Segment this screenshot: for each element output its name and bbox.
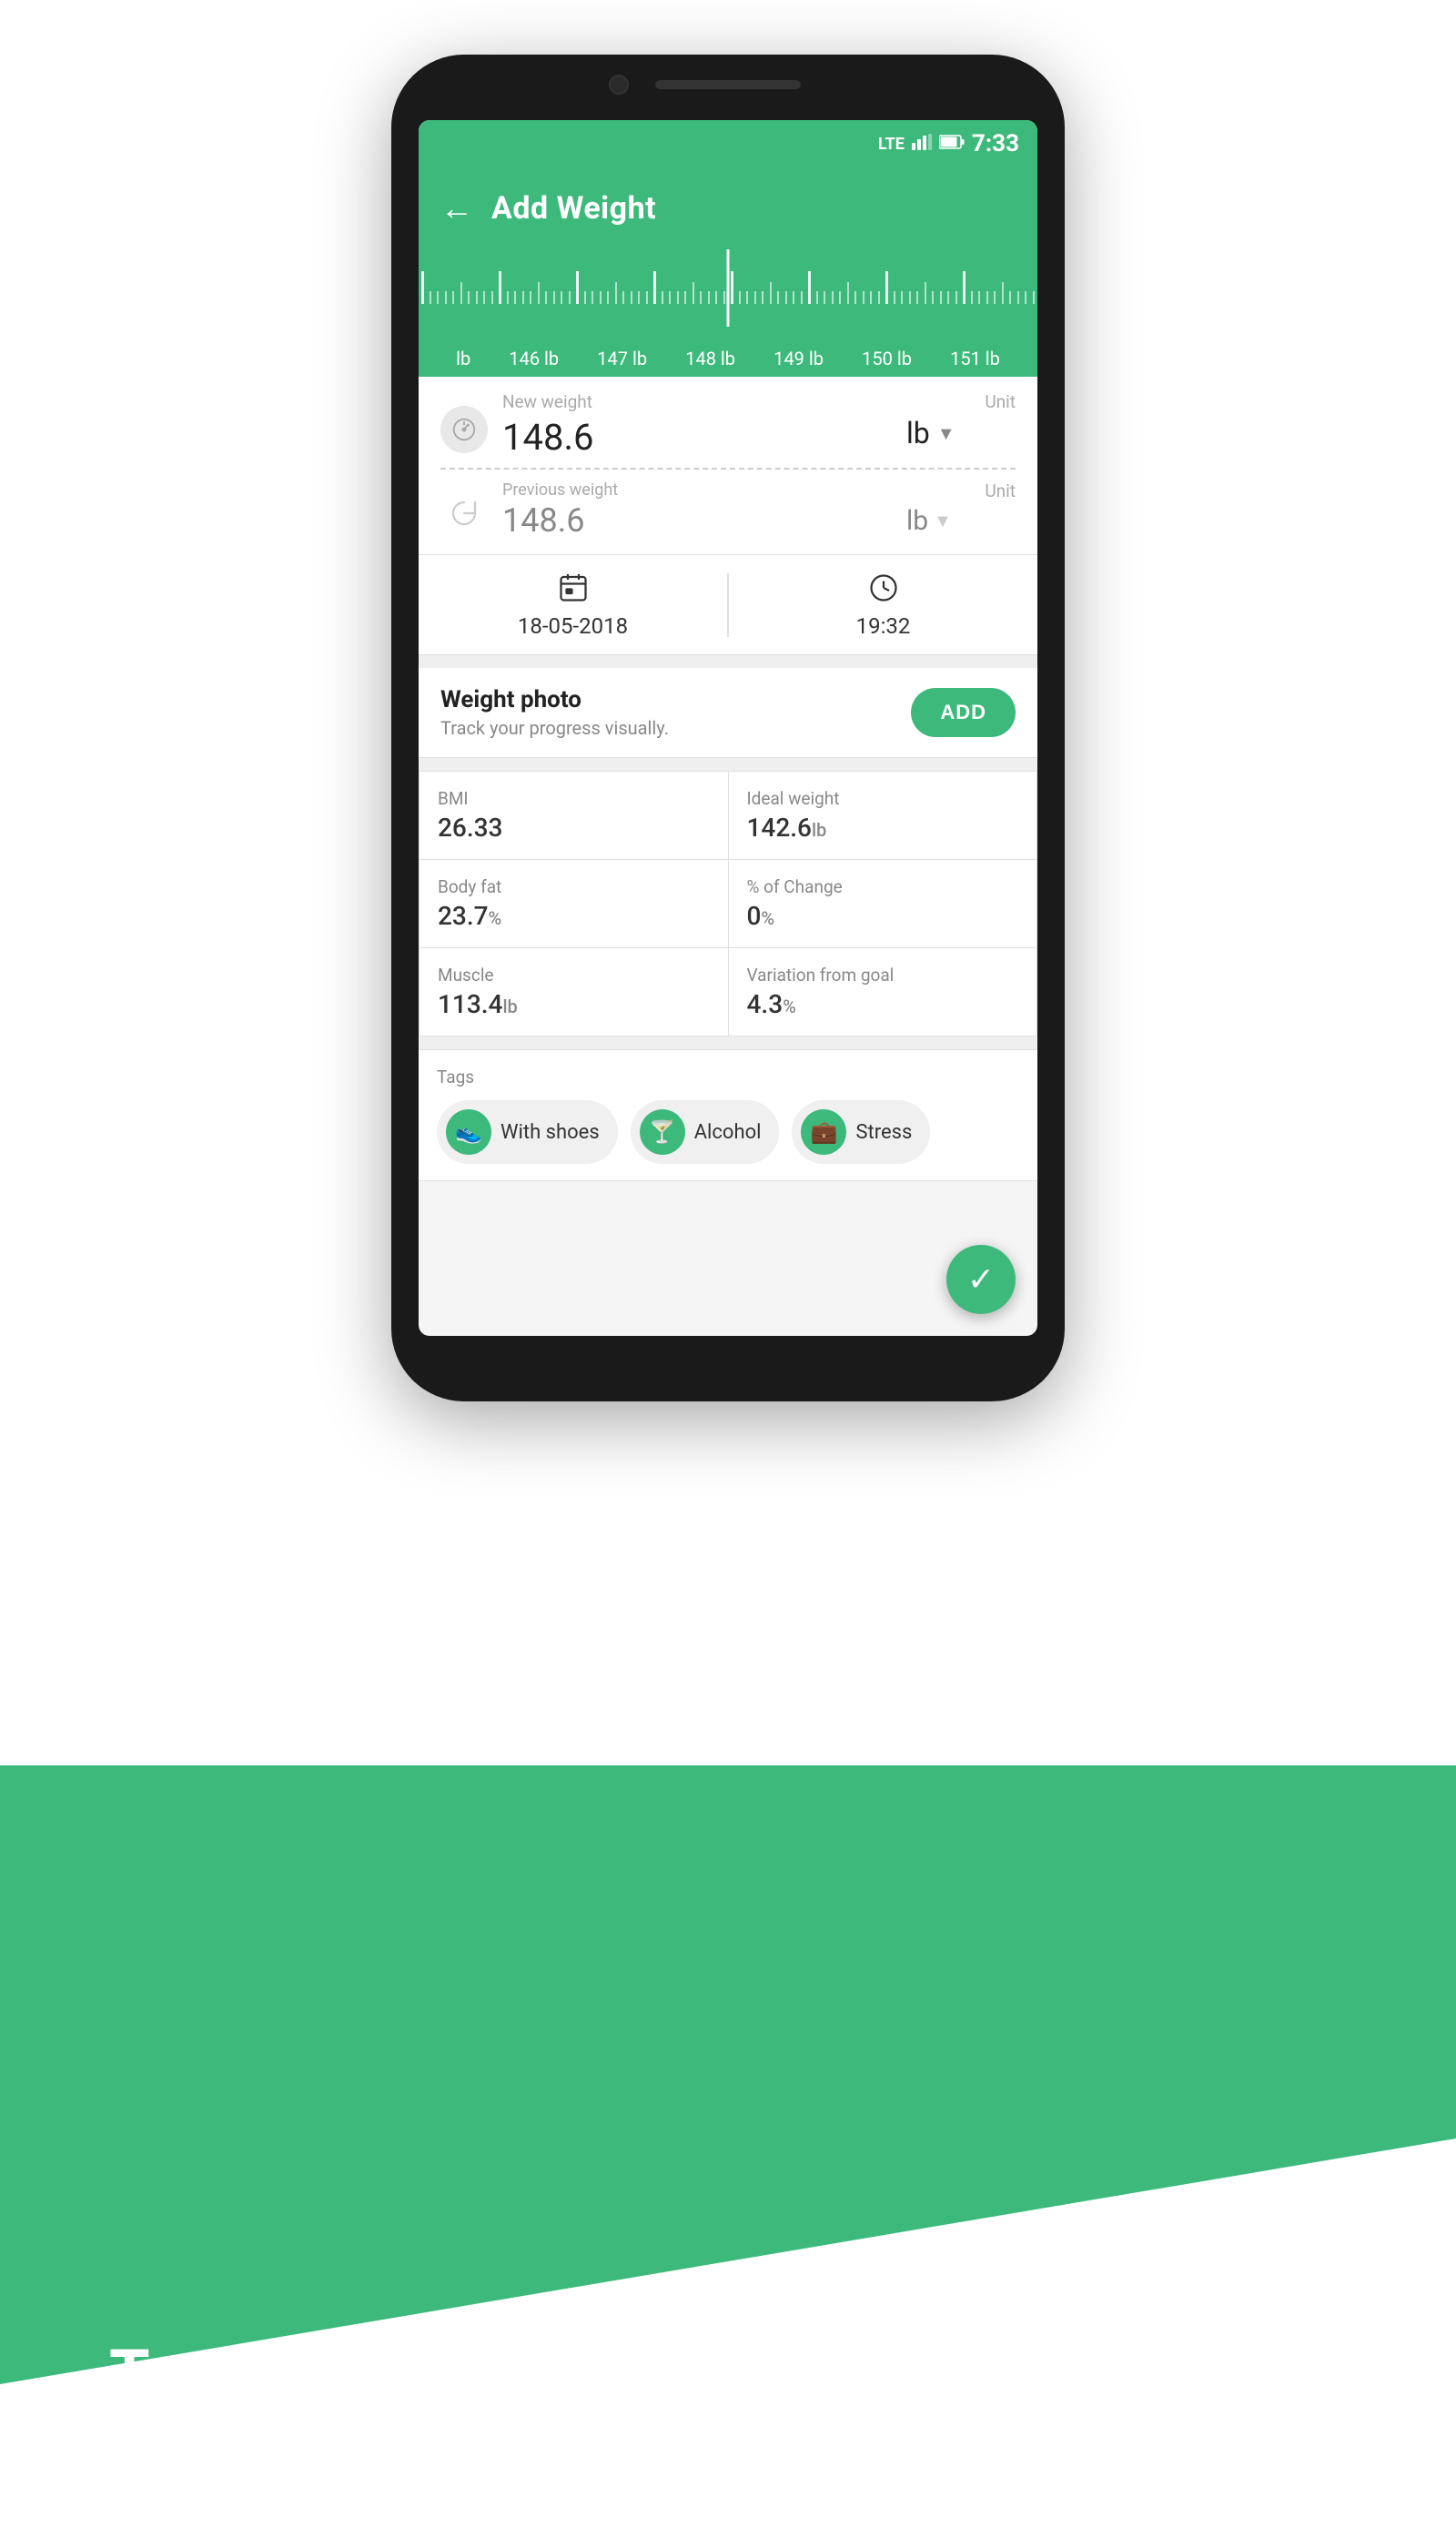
photo-text: Weight photo Track your progress visuall…	[440, 686, 896, 739]
bmi-label: BMI	[438, 788, 710, 809]
body-fat-cell: Body fat 23.7%	[420, 860, 728, 947]
new-weight-label: New weight	[502, 391, 892, 412]
status-bar-right: LTE	[878, 130, 1019, 157]
phone-shell: LTE	[391, 55, 1065, 1401]
new-weight-input-section: New weight 148.6	[502, 391, 892, 459]
variation-goal-cell: Variation from goal 4.3%	[729, 948, 1037, 1036]
ruler-area[interactable]: lb146 lb147 lb148 lb149 lb150 lb151 lb	[419, 249, 1037, 377]
percent-change-cell: % of Change 0%	[729, 860, 1037, 947]
weight-input-card: New weight 148.6 Unit lb ▼	[419, 377, 1037, 555]
new-weight-row: New weight 148.6 Unit lb ▼	[419, 377, 1037, 468]
muscle-cell: Muscle 113.4lb	[420, 948, 728, 1036]
new-unit-select[interactable]: lb ▼	[906, 416, 1016, 450]
tags-section: Tags 👟 With shoes 🍸 Alcohol 💼 Stress	[419, 1049, 1037, 1181]
phone-screen: LTE	[419, 120, 1037, 1336]
ruler-labels: lb146 lb147 lb148 lb149 lb150 lb151 lb	[419, 348, 1037, 369]
ideal-weight-cell: Ideal weight 142.6lb	[729, 772, 1037, 859]
weight-photo-card: Weight photo Track your progress visuall…	[419, 668, 1037, 758]
stats-grid: BMI 26.33 Ideal weight 142.6lb Body fat …	[419, 771, 1037, 1036]
status-bar: LTE	[419, 120, 1037, 167]
back-button[interactable]: ←	[440, 189, 473, 228]
tags-label: Tags	[437, 1067, 1019, 1087]
prev-weight-label: Previous weight	[502, 480, 892, 500]
time-section[interactable]: 19:32	[729, 571, 1037, 639]
photo-subtitle: Track your progress visually.	[440, 717, 896, 739]
muscle-value: 113.4lb	[438, 989, 710, 1019]
time-value: 19:32	[856, 613, 911, 639]
prev-weight-input-section: Previous weight 148.6	[502, 480, 892, 540]
add-photo-button[interactable]: ADD	[911, 688, 1016, 737]
tag-alcohol[interactable]: 🍸 Alcohol	[631, 1100, 780, 1164]
battery-icon	[939, 134, 965, 155]
ruler-center-line	[727, 249, 730, 327]
new-weight-unit-section: Unit lb ▼	[906, 391, 1016, 450]
prev-unit-select: lb ▼	[906, 505, 1016, 537]
tag-stress[interactable]: 💼 Stress	[792, 1100, 930, 1164]
variation-goal-value: 4.3%	[747, 989, 1019, 1019]
date-section[interactable]: 18-05-2018	[419, 571, 727, 639]
alcohol-icon: 🍸	[640, 1109, 685, 1155]
body-fat-label: Body fat	[438, 876, 710, 897]
stress-label: Stress	[855, 1121, 912, 1144]
stress-icon: 💼	[801, 1109, 846, 1155]
lte-icon: LTE	[878, 135, 905, 154]
weight-scale-icon	[440, 406, 488, 453]
tags-row: 👟 With shoes 🍸 Alcohol 💼 Stress	[437, 1100, 1019, 1164]
variation-goal-label: Variation from goal	[747, 965, 1019, 986]
new-weight-value[interactable]: 148.6	[502, 416, 892, 459]
datetime-card: 18-05-2018 19:32	[419, 555, 1037, 655]
fab-check-icon: ✓	[967, 1260, 995, 1299]
phone-camera	[609, 75, 629, 95]
app-title: Add Weight	[491, 190, 656, 227]
prev-weight-value: 148.6	[502, 501, 892, 540]
body-fat-value: 23.7%	[438, 901, 710, 931]
new-unit-label: Unit	[906, 391, 1016, 412]
clock-icon	[867, 571, 900, 608]
tag-with-shoes[interactable]: 👟 With shoes	[437, 1100, 618, 1164]
page-wrapper: Track weight on the go! Just swipe to ad…	[0, 0, 1456, 2548]
app-header: ← Add Weight	[419, 167, 1037, 249]
percent-change-label: % of Change	[747, 876, 1019, 897]
time-display: 7:33	[972, 130, 1019, 157]
phone-speaker	[655, 80, 801, 89]
muscle-label: Muscle	[438, 965, 710, 986]
prev-unit-arrow: ▼	[934, 510, 952, 532]
ideal-weight-value: 142.6lb	[747, 813, 1019, 843]
prev-weight-row: Previous weight 148.6 Unit lb ▼	[419, 470, 1037, 554]
with-shoes-icon: 👟	[446, 1109, 491, 1155]
with-shoes-label: With shoes	[500, 1121, 600, 1144]
prev-weight-icon	[440, 490, 488, 537]
ideal-weight-label: Ideal weight	[747, 788, 1019, 809]
prev-unit-label: Unit	[906, 480, 1016, 501]
bmi-value: 26.33	[438, 813, 710, 843]
signal-icon	[912, 134, 932, 155]
main-content: New weight 148.6 Unit lb ▼	[419, 377, 1037, 1181]
bmi-cell: BMI 26.33	[420, 772, 728, 859]
alcohol-label: Alcohol	[694, 1121, 762, 1144]
prev-unit-section: Unit lb ▼	[906, 480, 1016, 537]
photo-title: Weight photo	[440, 686, 896, 713]
fab-confirm[interactable]: ✓	[946, 1245, 1016, 1314]
date-value: 18-05-2018	[518, 613, 628, 639]
calendar-icon	[557, 571, 590, 608]
percent-change-value: 0%	[747, 901, 1019, 931]
new-unit-dropdown-arrow: ▼	[937, 422, 956, 445]
